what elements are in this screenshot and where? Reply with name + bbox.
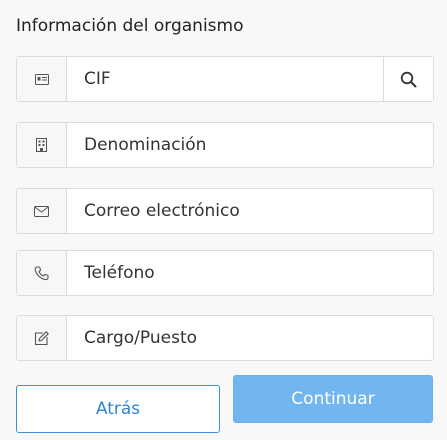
phone-input[interactable] bbox=[67, 251, 433, 295]
email-input[interactable] bbox=[67, 189, 433, 233]
id-card-icon bbox=[17, 57, 67, 101]
cargo-field-group bbox=[16, 315, 434, 361]
phone-field-group bbox=[16, 250, 434, 296]
search-button[interactable] bbox=[383, 57, 433, 101]
continue-button-label: Continuar bbox=[291, 389, 375, 409]
phone-icon bbox=[17, 251, 67, 295]
denominacion-input[interactable] bbox=[67, 123, 433, 167]
section-title: Información del organismo bbox=[16, 16, 244, 36]
denominacion-field-group bbox=[16, 122, 434, 168]
continue-button[interactable]: Continuar bbox=[233, 375, 433, 423]
cif-field-group bbox=[16, 56, 434, 102]
cif-input[interactable] bbox=[67, 57, 383, 101]
back-button-label: Atrás bbox=[95, 399, 141, 419]
building-icon bbox=[17, 123, 67, 167]
cargo-input[interactable] bbox=[67, 316, 433, 360]
email-field-group bbox=[16, 188, 434, 234]
edit-icon bbox=[17, 316, 67, 360]
search-icon bbox=[400, 71, 417, 88]
envelope-icon bbox=[17, 189, 67, 233]
back-button[interactable]: Atrás bbox=[16, 385, 220, 433]
